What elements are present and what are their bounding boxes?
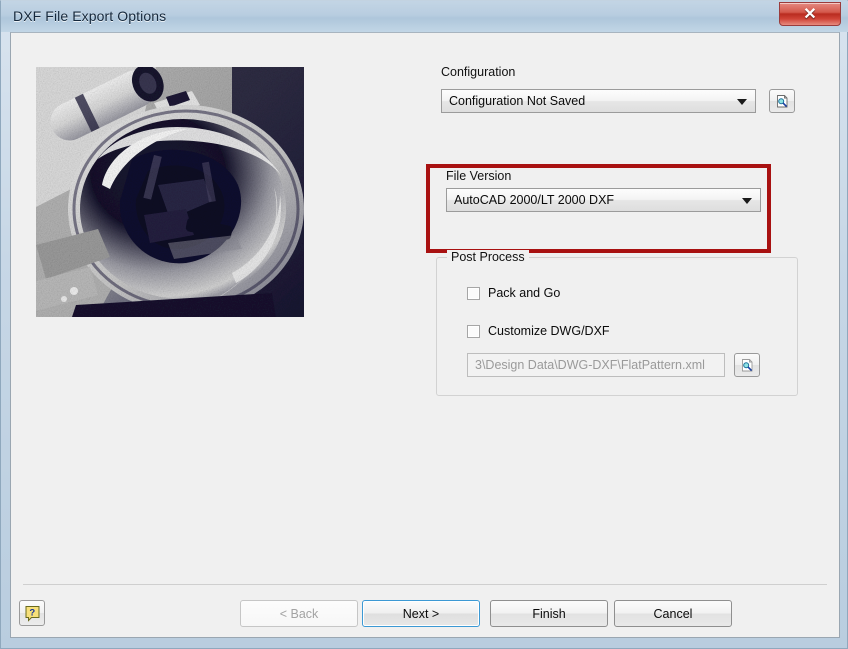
customize-dwg-dxf-label: Customize DWG/DXF: [488, 324, 610, 338]
post-process-group: Post Process Pack and Go Customize DWG/D…: [436, 250, 798, 396]
chevron-down-icon: [742, 198, 752, 204]
close-button[interactable]: ✕: [779, 2, 841, 26]
customize-dwg-dxf-checkbox-row[interactable]: Customize DWG/DXF: [467, 324, 610, 338]
back-button[interactable]: < Back: [240, 600, 358, 627]
configuration-value: Configuration Not Saved: [449, 94, 586, 108]
configuration-browse-button[interactable]: [769, 89, 795, 113]
document-magnifier-icon: [776, 94, 787, 107]
next-button[interactable]: Next >: [362, 600, 480, 627]
title-bar: DXF File Export Options ✕: [1, 1, 848, 32]
file-version-value: AutoCAD 2000/LT 2000 DXF: [454, 193, 615, 207]
finish-button[interactable]: Finish: [490, 600, 608, 627]
pack-and-go-checkbox-row[interactable]: Pack and Go: [467, 286, 560, 300]
pack-and-go-label: Pack and Go: [488, 286, 561, 300]
chevron-down-icon: [737, 99, 747, 105]
options-pane: Configuration Configuration Not Saved Fi…: [426, 65, 821, 396]
cancel-button[interactable]: Cancel: [614, 600, 732, 627]
dialog-client-area: Configuration Configuration Not Saved Fi…: [10, 32, 840, 638]
post-process-label: Post Process: [447, 250, 529, 264]
close-icon: ✕: [803, 6, 817, 23]
file-version-dropdown[interactable]: AutoCAD 2000/LT 2000 DXF: [446, 188, 761, 212]
customize-dwg-dxf-checkbox[interactable]: [467, 324, 480, 338]
help-icon: ?: [25, 605, 39, 622]
window-title: DXF File Export Options: [13, 8, 167, 24]
configuration-row: Configuration Not Saved: [431, 89, 821, 113]
configuration-dropdown[interactable]: Configuration Not Saved: [441, 89, 756, 113]
customize-path-row: 3\Design Data\DWG-DXF\FlatPattern.xml: [467, 353, 760, 377]
customize-path-input[interactable]: 3\Design Data\DWG-DXF\FlatPattern.xml: [467, 353, 725, 377]
svg-text:?: ?: [29, 607, 35, 618]
file-version-label: File Version: [446, 169, 512, 183]
configuration-label: Configuration: [441, 65, 516, 79]
customize-path-browse-button[interactable]: [734, 353, 760, 377]
pack-and-go-checkbox[interactable]: [467, 286, 480, 300]
part-preview-image: [36, 67, 304, 317]
help-button[interactable]: ?: [19, 600, 45, 626]
footer-separator: [23, 584, 827, 585]
file-version-section: File Version AutoCAD 2000/LT 2000 DXF: [446, 169, 766, 212]
document-magnifier-icon: [741, 358, 752, 371]
dialog-window: DXF File Export Options ✕ Configuration …: [0, 0, 848, 649]
